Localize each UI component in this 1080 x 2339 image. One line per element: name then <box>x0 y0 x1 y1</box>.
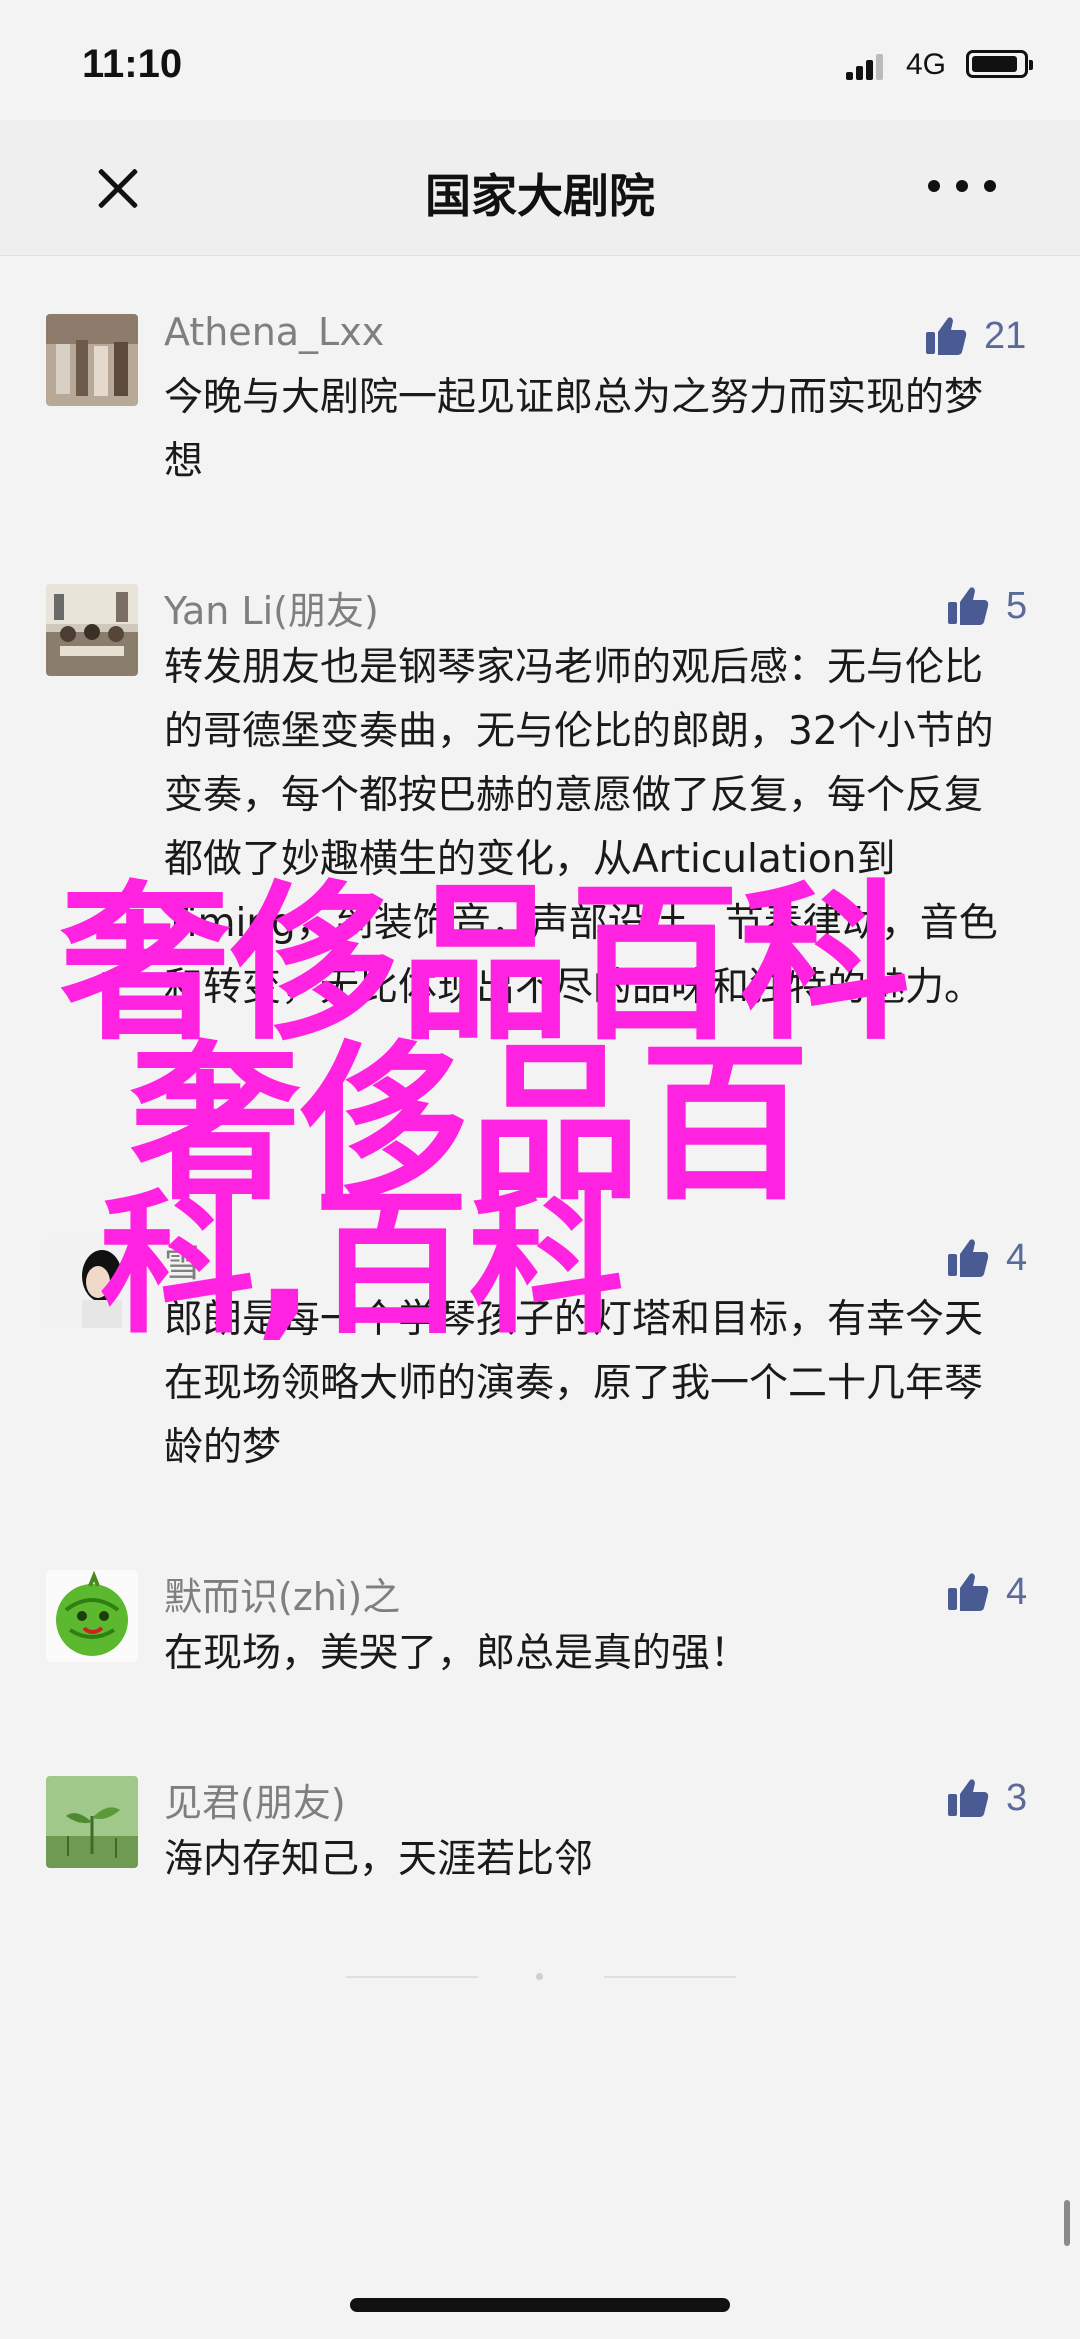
comment-text: 在现场，美哭了，郎总是真的强！ <box>164 1631 750 1676</box>
thumbs-up-icon <box>948 1573 989 1611</box>
like-button[interactable]: 5 <box>944 582 1027 630</box>
like-button[interactable]: 3 <box>944 1774 1027 1822</box>
watermark-line-3: 科,百科 <box>100 1174 624 1355</box>
signal-icon <box>846 52 886 80</box>
like-button[interactable]: 21 <box>922 312 1026 360</box>
like-button[interactable]: 4 <box>944 1234 1027 1282</box>
page-title: 国家大剧院 <box>425 169 655 223</box>
like-button[interactable]: 4 <box>944 1568 1027 1616</box>
avatar[interactable] <box>46 314 138 406</box>
comment-author[interactable]: 默而识(zhì)之 <box>164 1566 400 1621</box>
nav-bar: 国家大剧院 <box>0 120 1080 256</box>
avatar[interactable] <box>46 584 138 676</box>
comment-author[interactable]: Yan Li(朋友) <box>164 580 379 635</box>
like-count: 21 <box>984 314 1027 357</box>
list-end-divider-left <box>346 1976 478 1978</box>
scrollbar[interactable] <box>1064 2200 1070 2246</box>
comment-author[interactable]: Athena_Lxx <box>164 310 384 354</box>
watermark-line-1: 奢侈品百科 <box>60 866 911 1064</box>
comment-text: 今晚与大剧院一起见证郎总为之努力而实现的梦想 <box>164 375 984 484</box>
thumbs-up-icon <box>948 1779 989 1817</box>
list-end-dot <box>536 1973 543 1980</box>
like-count: 3 <box>1006 1776 1028 1819</box>
avatar[interactable] <box>46 1570 138 1662</box>
more-icon[interactable] <box>928 180 996 196</box>
avatar[interactable] <box>46 1776 138 1868</box>
thumbs-up-icon <box>926 317 967 355</box>
thumbs-up-icon <box>948 587 989 625</box>
comment-text: 海内存知己，天涯若比邻 <box>164 1837 594 1882</box>
comment-author[interactable]: 见君(朋友) <box>164 1772 346 1827</box>
status-bar: 11:10 4G <box>0 0 1080 120</box>
list-end-divider-right <box>604 1976 736 1978</box>
network-label: 4G <box>906 48 947 81</box>
home-indicator[interactable] <box>350 2298 730 2312</box>
like-count: 5 <box>1006 584 1028 627</box>
thumbs-up-icon <box>948 1239 989 1277</box>
like-count: 4 <box>1006 1236 1028 1279</box>
status-time: 11:10 <box>82 42 183 86</box>
like-count: 4 <box>1006 1570 1028 1613</box>
battery-icon <box>966 50 1033 78</box>
